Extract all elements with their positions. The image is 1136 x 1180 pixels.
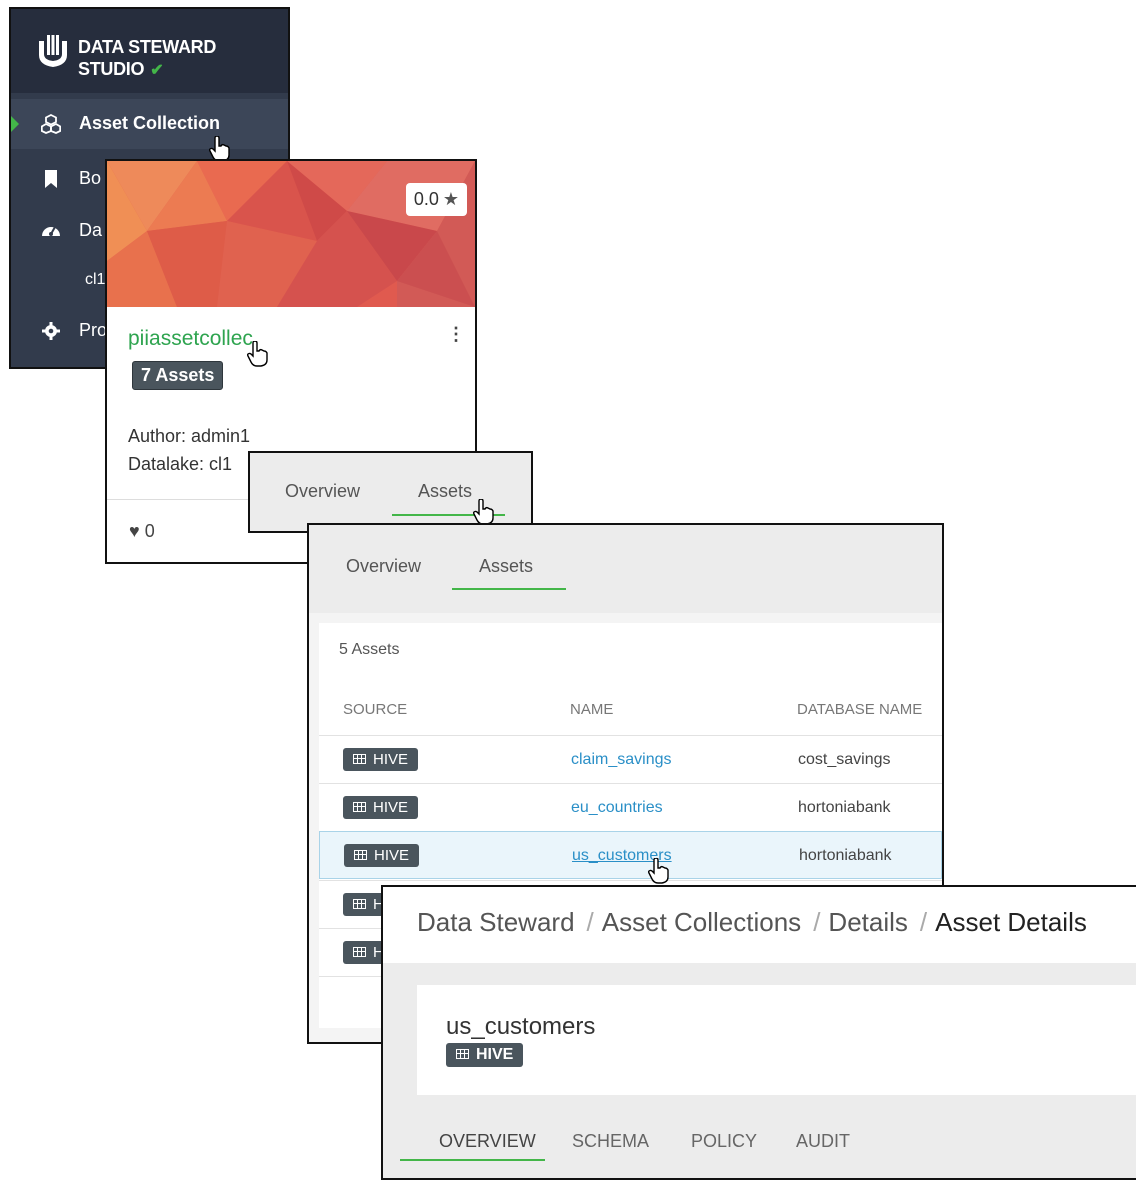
database-name: hortoniabank: [799, 847, 892, 864]
asset-details-panel: Data Steward / Asset Collections / Details / A…: [381, 885, 1136, 1180]
hand-cursor-icon: [473, 499, 494, 525]
breadcrumb-details[interactable]: Details: [828, 907, 907, 937]
database-name: hortoniabank: [798, 799, 891, 816]
breadcrumb-data-steward[interactable]: Data Steward: [417, 907, 575, 937]
likes-counter[interactable]: ♥ 0: [129, 521, 155, 542]
sidebar-item-label: Da: [79, 220, 103, 240]
breadcrumb-separator: /: [813, 907, 821, 937]
table-row[interactable]: HIVE claim_savings cost_savings: [319, 735, 942, 783]
table-row[interactable]: HIVE eu_countries hortoniabank: [319, 783, 942, 831]
brand-line-1: DATA STEWARD: [78, 37, 217, 57]
source-label: HIVE: [476, 1046, 514, 1063]
brand-title[interactable]: DATA STEWARD STUDIO ✔: [78, 36, 216, 82]
tab-assets[interactable]: Assets: [418, 481, 472, 502]
steward-logo-icon: [39, 35, 67, 67]
collection-title-link[interactable]: piiassetcollec: [128, 327, 253, 351]
column-header-name[interactable]: NAME: [570, 701, 613, 718]
sidebar-item-asset-collection[interactable]: Asset Collection: [11, 99, 288, 149]
table-icon: [353, 947, 366, 957]
breadcrumb-separator: /: [586, 907, 594, 937]
breadcrumb-asset-details: Asset Details: [935, 907, 1087, 937]
sidebar-item-label: Bo: [79, 168, 102, 188]
sidebar-header: DATA STEWARD STUDIO ✔: [11, 9, 288, 93]
table-icon: [353, 802, 366, 812]
asset-count-badge: 7 Assets: [132, 361, 224, 390]
table-icon: [353, 754, 366, 764]
tab-policy[interactable]: POLICY: [691, 1131, 757, 1152]
source-badge: HIVE: [343, 748, 419, 771]
table-icon: [354, 850, 367, 860]
hand-cursor-icon: [247, 341, 268, 367]
asset-name-link[interactable]: claim_savings: [571, 751, 671, 769]
sidebar-item-label: Asset Collection: [79, 113, 221, 133]
sidebar-item-label: Pro: [79, 320, 108, 340]
column-header-database[interactable]: DATABASE NAME: [797, 701, 922, 718]
table-icon: [353, 899, 366, 909]
database-name: cost_savings: [798, 751, 891, 768]
datalake-text: Datalake: cl1: [128, 454, 233, 474]
source-label: HIVE: [373, 751, 409, 768]
active-tab-underline: [400, 1159, 545, 1161]
brand-line-2: STUDIO: [78, 59, 145, 79]
sidebar-item-label: cl1: [85, 271, 106, 288]
breadcrumb: Data Steward / Asset Collections / Details / A…: [417, 907, 1087, 938]
source-label: HIVE: [373, 799, 409, 816]
source-badge: HIVE: [343, 796, 419, 819]
active-indicator: [11, 116, 19, 132]
source-label: HIVE: [374, 847, 410, 864]
breadcrumb-asset-collections[interactable]: Asset Collections: [602, 907, 801, 937]
source-badge: HIVE: [446, 1043, 524, 1067]
tab-schema[interactable]: SCHEMA: [572, 1131, 649, 1152]
bookmark-icon: [45, 170, 57, 188]
source-badge: HIVE: [344, 844, 420, 867]
heart-icon: ♥: [129, 521, 140, 541]
gear-icon: [42, 322, 60, 340]
tab-assets[interactable]: Assets: [479, 556, 533, 577]
rating-value: 0.0: [413, 189, 439, 209]
asset-title: us_customers: [446, 1013, 596, 1040]
tab-audit[interactable]: AUDIT: [796, 1131, 850, 1152]
asset-summary-card: us_customers HIVE: [417, 985, 1136, 1095]
tab-overview[interactable]: OVERVIEW: [439, 1131, 536, 1152]
assets-tab-bar: Overview Assets: [309, 525, 942, 613]
dashboard-icon: [42, 226, 60, 236]
active-tab-underline: [452, 588, 566, 590]
column-header-source[interactable]: SOURCE: [343, 701, 407, 718]
likes-count: 0: [144, 521, 155, 541]
hand-cursor-icon: [648, 858, 669, 884]
tab-overview[interactable]: Overview: [285, 481, 360, 502]
asset-count-text: 5 Assets: [339, 641, 400, 658]
tab-overview[interactable]: Overview: [346, 556, 421, 577]
more-options-icon[interactable]: ⋮: [447, 325, 465, 343]
cubes-icon: [41, 114, 61, 134]
asset-name-link[interactable]: eu_countries: [571, 799, 663, 817]
breadcrumb-separator: /: [919, 907, 928, 937]
table-icon: [456, 1049, 469, 1059]
rating-badge: 0.0 ★: [405, 183, 467, 216]
star-icon: ★: [442, 189, 459, 209]
table-row-selected[interactable]: HIVE us_customers hortoniabank: [319, 831, 942, 879]
author-text: Author: admin1: [128, 426, 251, 446]
chevron-down-icon[interactable]: ✔: [150, 62, 163, 79]
